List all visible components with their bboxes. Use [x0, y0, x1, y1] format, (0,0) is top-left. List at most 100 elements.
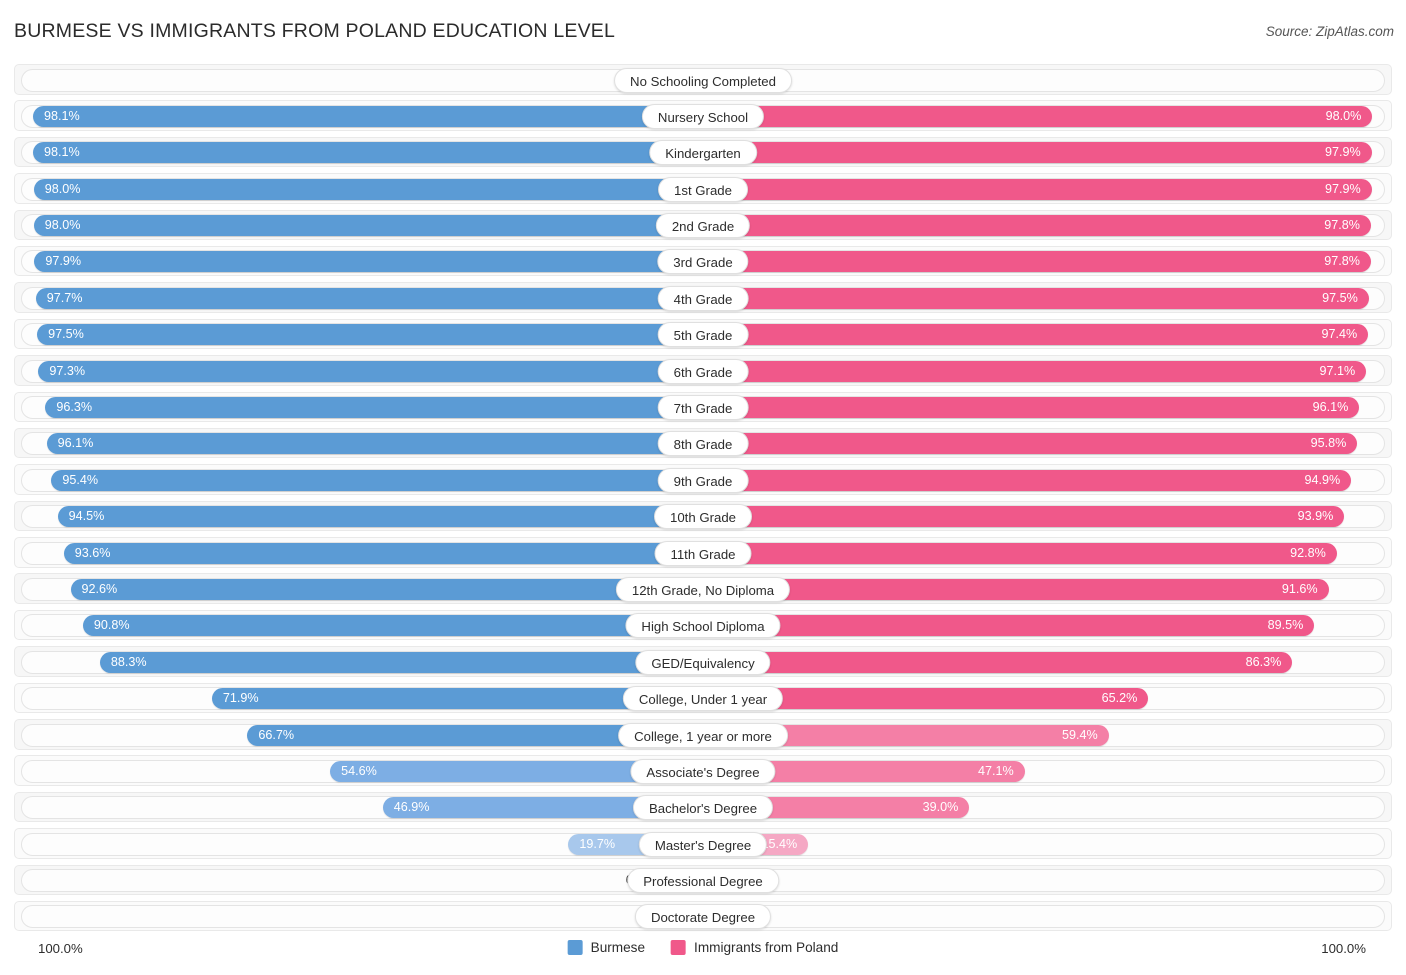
- bar-burmese[interactable]: 88.3%: [99, 651, 703, 673]
- chart-row: 94.5% 93.9% 10th Grade: [14, 500, 1392, 532]
- bar-value-immigrants-from-poland: 97.8%: [1324, 254, 1360, 269]
- category-label: College, 1 year or more: [618, 722, 788, 748]
- bar-burmese[interactable]: 92.6%: [70, 578, 703, 600]
- category-label: 4th Grade: [657, 285, 749, 311]
- bar-immigrants-from-poland[interactable]: 97.9%: [703, 178, 1372, 200]
- bar-value-burmese: 97.7%: [46, 290, 83, 305]
- bar-burmese[interactable]: 95.4%: [51, 469, 703, 491]
- bar-immigrants-from-poland[interactable]: 94.9%: [703, 469, 1352, 491]
- bar-track-left: [21, 869, 703, 893]
- legend-swatch-icon: [567, 940, 583, 955]
- bar-immigrants-from-poland[interactable]: 96.1%: [703, 397, 1360, 419]
- chart-row: 98.0% 97.9% 1st Grade: [14, 173, 1392, 204]
- bar-value-burmese: 97.3%: [49, 363, 86, 378]
- bar-burmese[interactable]: 98.0%: [33, 178, 703, 200]
- bar-immigrants-from-poland[interactable]: 92.8%: [703, 542, 1337, 564]
- bar-burmese[interactable]: 90.8%: [82, 615, 703, 637]
- chart-page: BURMESE VS IMMIGRANTS FROM POLAND EDUCAT…: [0, 0, 1406, 975]
- chart-row: 97.7% 97.5% 4th Grade: [14, 282, 1392, 313]
- bar-value-immigrants-from-poland: 92.8%: [1290, 545, 1326, 560]
- category-label: Associate's Degree: [630, 758, 776, 784]
- bar-value-immigrants-from-poland: 89.5%: [1267, 618, 1304, 633]
- chart-row: 71.9% 65.2% College, Under 1 year: [14, 682, 1392, 714]
- bar-value-immigrants-from-poland: 39.0%: [922, 800, 959, 815]
- bar-burmese[interactable]: 97.7%: [35, 287, 703, 309]
- bar-value-burmese: 96.1%: [57, 436, 94, 451]
- bar-value-immigrants-from-poland: 97.9%: [1324, 145, 1361, 160]
- bar-immigrants-from-poland[interactable]: 95.8%: [703, 433, 1358, 455]
- chart-header: BURMESE VS IMMIGRANTS FROM POLAND EDUCAT…: [0, 0, 1406, 56]
- bar-immigrants-from-poland[interactable]: 97.8%: [703, 251, 1371, 273]
- bar-value-burmese: 96.3%: [56, 400, 93, 415]
- category-label: 2nd Grade: [655, 213, 751, 239]
- bar-value-burmese: 95.4%: [62, 472, 99, 487]
- bar-immigrants-from-poland[interactable]: 97.4%: [703, 324, 1369, 346]
- bar-burmese[interactable]: 97.5%: [37, 324, 703, 346]
- category-label: Kindergarten: [649, 140, 757, 166]
- chart-row: 2.6%1.7%Doctorate Degree: [14, 900, 1392, 932]
- bar-burmese[interactable]: 93.6%: [63, 542, 703, 564]
- category-label: 3rd Grade: [657, 249, 749, 275]
- bar-value-immigrants-from-poland: 98.0%: [1325, 108, 1362, 123]
- legend-item[interactable]: Burmese: [567, 940, 646, 955]
- bar-immigrants-from-poland[interactable]: 97.9%: [703, 142, 1372, 164]
- chart-row: 96.1% 95.8% 8th Grade: [14, 427, 1392, 459]
- bar-burmese[interactable]: 98.0%: [33, 215, 703, 237]
- bar-burmese[interactable]: 98.1%: [33, 105, 703, 127]
- legend-item[interactable]: Immigrants from Poland: [671, 940, 838, 955]
- chart-legend: Burmese Immigrants from Poland: [567, 940, 838, 955]
- category-label: College, Under 1 year: [622, 686, 784, 712]
- bar-burmese[interactable]: 96.3%: [45, 397, 703, 419]
- bar-value-burmese: 93.6%: [74, 545, 111, 560]
- chart-row: 98.1% 98.0% Nursery School: [14, 100, 1392, 131]
- chart-row: 98.1% 97.9% Kindergarten: [14, 136, 1392, 168]
- page-title: BURMESE VS IMMIGRANTS FROM POLAND EDUCAT…: [14, 20, 616, 42]
- bar-burmese[interactable]: 97.9%: [34, 251, 703, 273]
- bar-value-immigrants-from-poland: 93.9%: [1297, 509, 1334, 524]
- bar-value-burmese: 98.1%: [44, 145, 80, 160]
- bar-track-right: [703, 869, 1385, 893]
- axis-label-right: 100.0%: [1321, 941, 1366, 956]
- bar-immigrants-from-poland[interactable]: 97.1%: [703, 360, 1367, 382]
- chart-footer: 100.0% 100.0% Burmese Immigrants from Pol…: [0, 937, 1406, 967]
- category-label: Nursery School: [641, 103, 765, 129]
- category-label: No Schooling Completed: [614, 67, 792, 93]
- category-label: 10th Grade: [654, 504, 752, 530]
- bar-value-burmese: 46.9%: [393, 800, 430, 815]
- bar-track-left: [21, 905, 703, 929]
- bar-immigrants-from-poland[interactable]: 97.5%: [703, 287, 1369, 309]
- bar-value-immigrants-from-poland: 65.2%: [1101, 691, 1138, 706]
- chart-row: 95.4% 94.9% 9th Grade: [14, 464, 1392, 495]
- category-label: 1st Grade: [658, 176, 748, 202]
- legend-swatch-icon: [671, 940, 687, 955]
- category-label: 11th Grade: [654, 540, 752, 566]
- bar-value-burmese: 97.9%: [45, 254, 82, 269]
- legend-label: Immigrants from Poland: [694, 940, 839, 955]
- bar-immigrants-from-poland[interactable]: 93.9%: [703, 506, 1345, 528]
- bar-burmese[interactable]: 94.5%: [57, 506, 703, 528]
- bar-value-immigrants-from-poland: 86.3%: [1245, 654, 1282, 669]
- bar-immigrants-from-poland[interactable]: 89.5%: [703, 615, 1315, 637]
- bar-burmese[interactable]: 96.1%: [46, 433, 703, 455]
- category-label: Bachelor's Degree: [632, 795, 774, 821]
- bar-value-immigrants-from-poland: 91.6%: [1281, 581, 1318, 596]
- chart-row: 1.9%2.1%No Schooling Completed: [14, 64, 1392, 95]
- bar-burmese[interactable]: 97.3%: [38, 360, 703, 382]
- legend-label: Burmese: [590, 940, 646, 955]
- chart-row: 93.6% 92.8% 11th Grade: [14, 537, 1392, 568]
- chart-row: 6.1%4.3%Professional Degree: [14, 864, 1392, 896]
- diverging-bar-chart: 1.9%2.1%No Schooling Completed 98.1% 98.0%…: [14, 64, 1392, 935]
- bar-immigrants-from-poland[interactable]: 98.0%: [703, 105, 1373, 127]
- bar-immigrants-from-poland[interactable]: 91.6%: [703, 578, 1329, 600]
- bar-value-burmese: 88.3%: [110, 654, 147, 669]
- chart-row: 92.6% 91.6% 12th Grade, No Diploma: [14, 573, 1392, 604]
- bar-value-immigrants-from-poland: 95.8%: [1310, 436, 1347, 451]
- bar-immigrants-from-poland[interactable]: 97.8%: [703, 215, 1371, 237]
- bar-value-immigrants-from-poland: 97.5%: [1322, 290, 1358, 305]
- bar-burmese[interactable]: 98.1%: [33, 142, 703, 164]
- bar-immigrants-from-poland[interactable]: 86.3%: [703, 651, 1293, 673]
- bar-value-immigrants-from-poland: 94.9%: [1304, 472, 1341, 487]
- bar-value-immigrants-from-poland: 97.9%: [1324, 181, 1361, 196]
- category-label: GED/Equivalency: [635, 649, 771, 675]
- chart-row: 97.9% 97.8% 3rd Grade: [14, 245, 1392, 277]
